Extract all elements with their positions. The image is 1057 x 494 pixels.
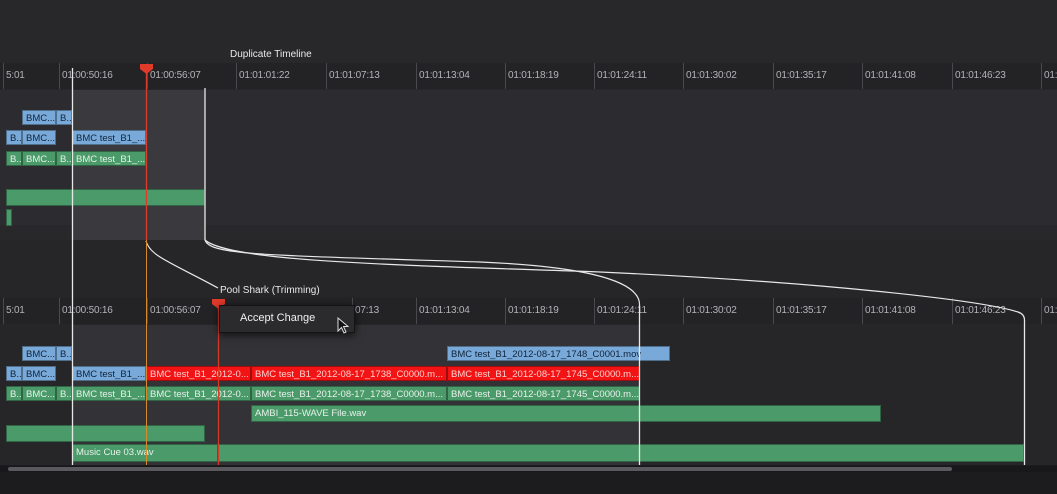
top-playhead[interactable] xyxy=(140,64,153,74)
accept-change-menu-item[interactable]: Accept Change xyxy=(240,312,315,324)
mouse-cursor-icon xyxy=(337,317,350,334)
trim-guide-lines xyxy=(71,64,1026,465)
horizontal-scrollbar-thumb[interactable] xyxy=(8,467,952,471)
context-menu: Accept Change xyxy=(219,305,355,333)
